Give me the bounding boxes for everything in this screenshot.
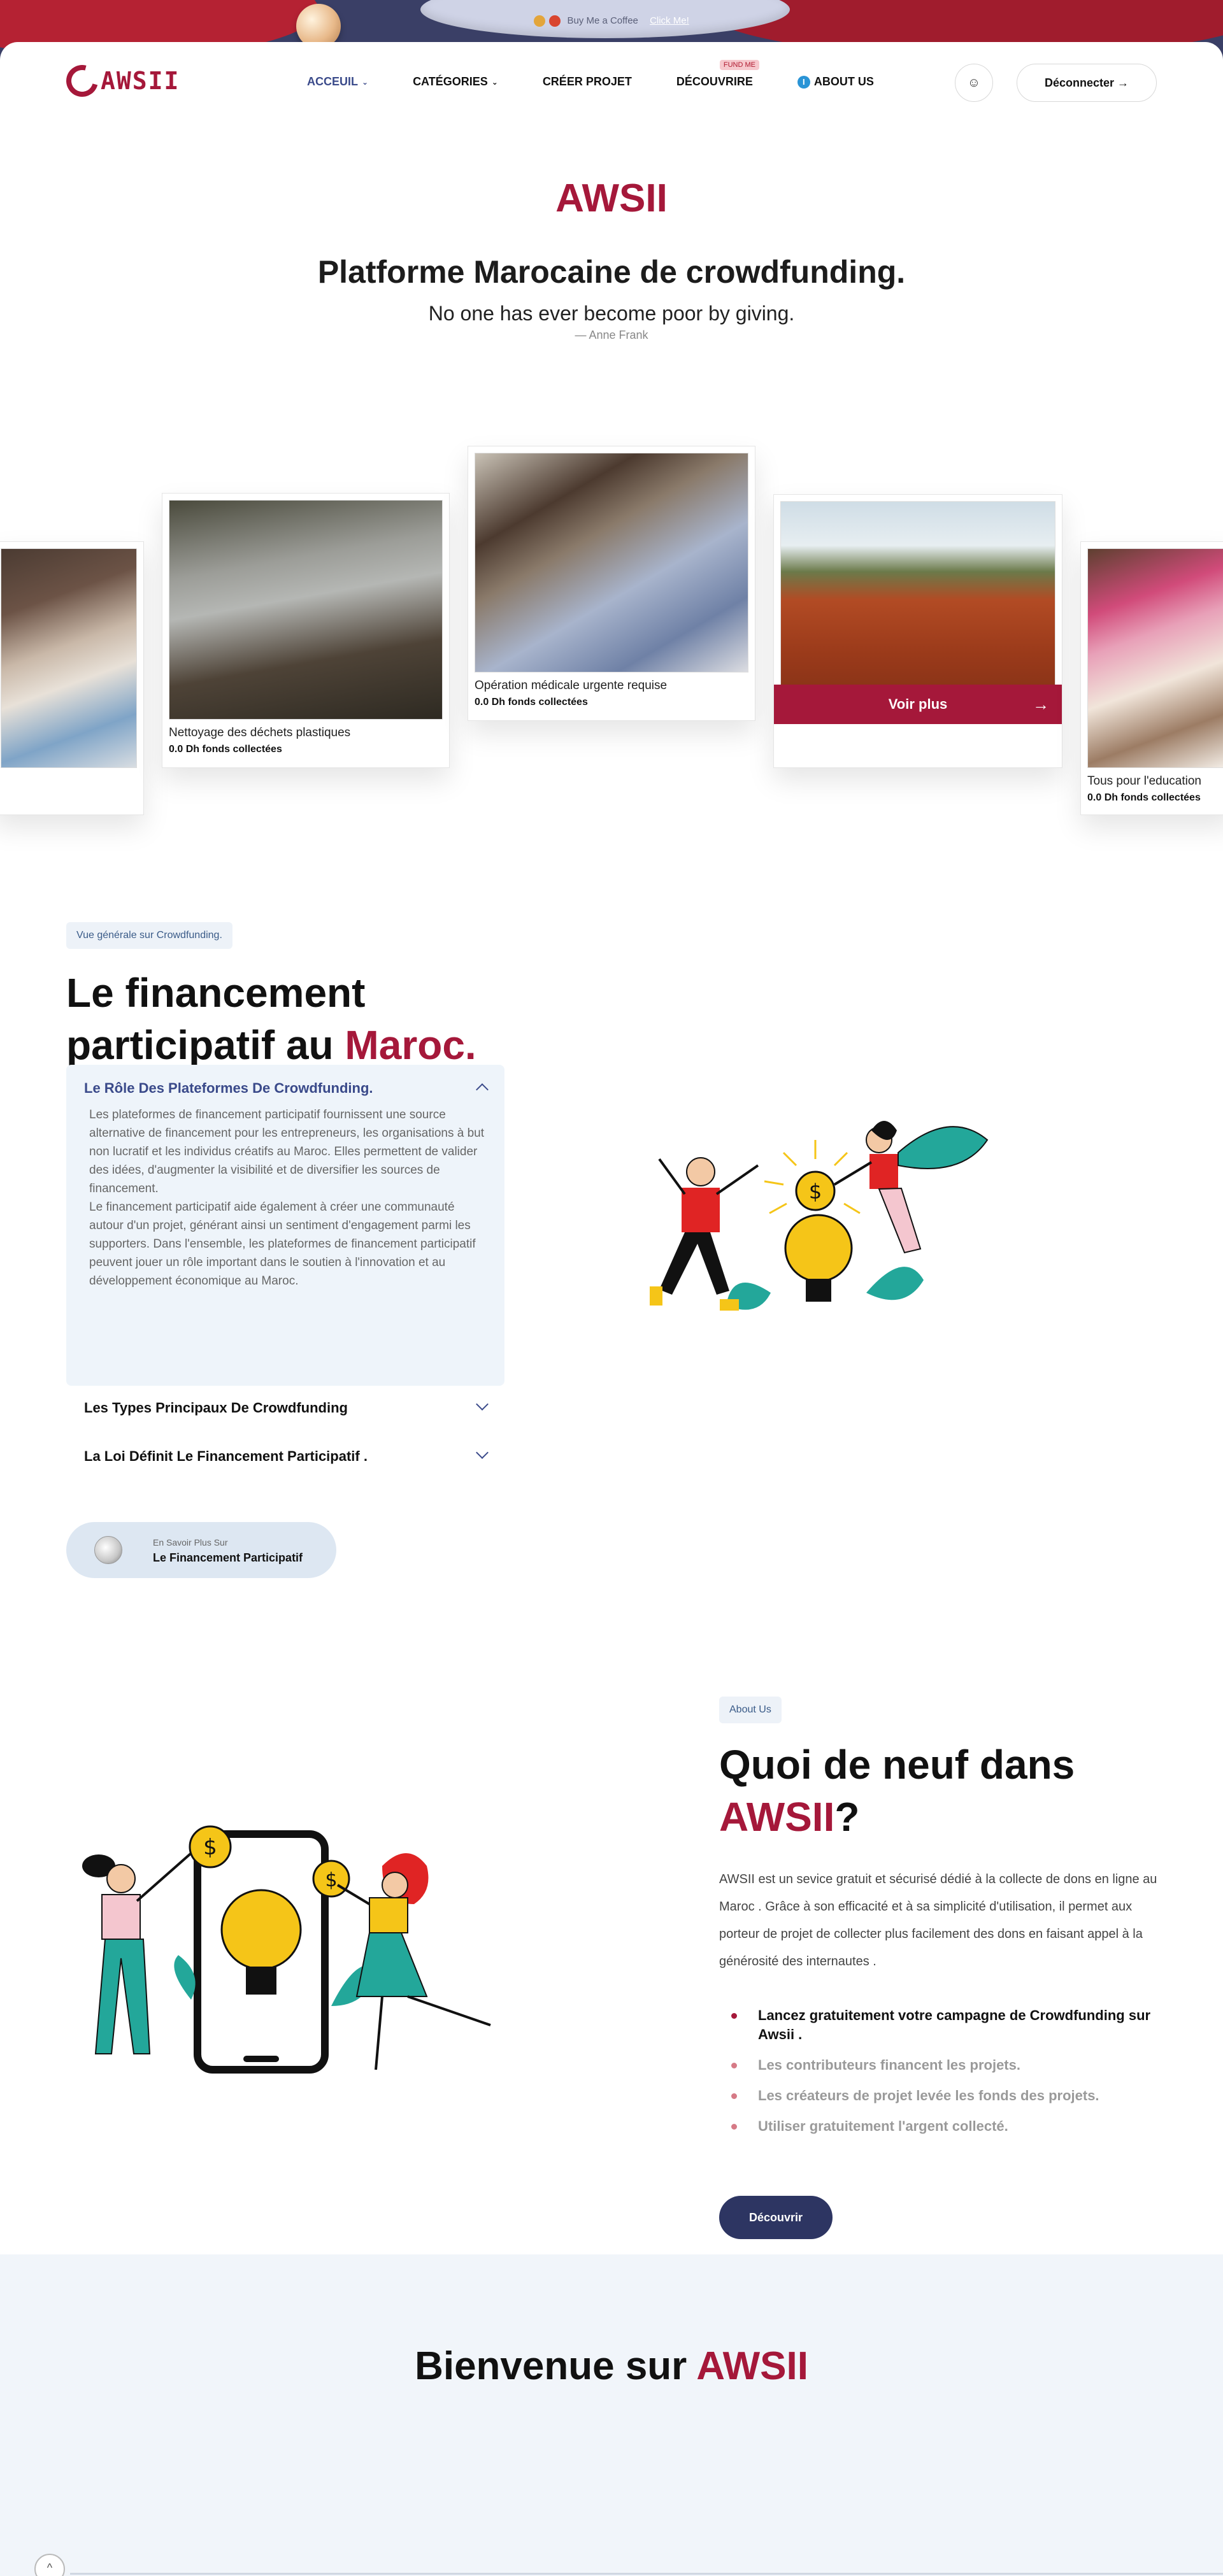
fund-me-badge: FUND ME (719, 60, 759, 70)
coffee-text: Buy Me a Coffee (567, 15, 638, 26)
main-nav: ACCEUIL ⌄ CATÉGORIES ⌄ CRÉER PROJET FUND M… (307, 60, 919, 89)
user-profile-button[interactable]: ☺ (955, 64, 993, 102)
accordion-header[interactable]: Le Rôle Des Plateformes De Crowdfunding. (84, 1080, 489, 1097)
project-title: Nettoyage des déchets plastiques (169, 726, 351, 739)
nav-item-acceuil[interactable]: ACCEUIL ⌄ (307, 75, 368, 89)
scroll-progress-bar (70, 2573, 1223, 2575)
about-title: Quoi de neuf dans AWSII? (719, 1742, 1075, 1840)
logo-text: AWSII (101, 67, 180, 95)
voir-plus-button[interactable]: Voir plus → (774, 685, 1062, 724)
site-header: AWSII ACCEUIL ⌄ CATÉGORIES ⌄ CRÉER PROJET … (0, 42, 1223, 125)
svg-text:$: $ (325, 1869, 337, 1891)
project-amount: 0.0 Dh fonds collectées (169, 744, 282, 755)
info-icon: i (797, 75, 810, 89)
logo-mark-icon (60, 59, 104, 103)
svg-text:$: $ (203, 1835, 217, 1860)
project-image (169, 500, 443, 720)
list-item: Lancez gratuitement votre campagne de Cr… (731, 2006, 1164, 2044)
coffee-link[interactable]: Click Me! (650, 15, 689, 26)
about-illustration: $ $ (82, 1825, 491, 2074)
decouvrir-button[interactable]: Découvrir (719, 2196, 833, 2239)
project-amount: 0.0 Dh fonds collectées (475, 697, 588, 708)
project-card[interactable]: Tous pour l'education 0.0 Dh fonds colle… (1080, 541, 1223, 815)
project-card[interactable]: Nettoyage des déchets plastiques 0.0 Dh … (162, 493, 450, 768)
project-title: Opération médicale urgente requise (475, 679, 668, 692)
about-feature-list: Lancez gratuitement votre campagne de Cr… (731, 2006, 1164, 2147)
nav-item-decouvrire[interactable]: FUND ME DÉCOUVRIRE (676, 60, 759, 89)
hero-quote: No one has ever become poor by giving. (428, 302, 795, 325)
hero-quote-author: — Anne Frank (575, 329, 648, 341)
heart-eyes-icon (549, 15, 561, 27)
hero-brand: AWSII (555, 176, 668, 220)
project-image (1087, 548, 1223, 768)
welcome-section (0, 2254, 1223, 2576)
project-card[interactable] (0, 541, 144, 815)
project-title: Tous pour l'education (1087, 774, 1201, 788)
list-item: Utiliser gratuitement l'argent collecté. (731, 2117, 1164, 2136)
site-logo[interactable]: AWSII (60, 59, 180, 103)
coffee-icon (534, 15, 546, 27)
chevron-down-icon: ⌄ (491, 77, 498, 87)
learn-more-caption: En Savoir Plus Sur (153, 1537, 228, 1548)
accordion-body: Les plateformes de financement participa… (89, 1108, 484, 1288)
nav-item-about-us[interactable]: i ABOUT US (797, 75, 874, 89)
accordion-item[interactable]: La Loi Définit Le Financement Participat… (66, 1446, 504, 1465)
chevron-down-icon: ⌄ (362, 77, 369, 87)
chevron-up-icon (476, 1083, 489, 1096)
about-chip: About Us (719, 1697, 782, 1723)
accordion-item[interactable]: Les Types Principaux De Crowdfunding (66, 1398, 504, 1416)
section-chip: Vue générale sur Crowdfunding. (66, 922, 232, 949)
learn-more-label: Le Financement Participatif (153, 1551, 303, 1564)
list-item: Les contributeurs financent les projets. (731, 2056, 1164, 2075)
coffee-banner: Buy Me a Coffee Click Me! (0, 15, 1223, 27)
nav-item-creer-projet[interactable]: CRÉER PROJET (543, 75, 632, 89)
chevron-down-icon (476, 1446, 489, 1459)
chevron-up-icon: ^ (46, 2561, 53, 2574)
project-image (1, 548, 137, 768)
about-description: AWSII est un sevice gratuit et sécurisé … (719, 1872, 1157, 1968)
user-icon: ☺ (967, 76, 981, 90)
crowdfunding-illustration: $ (650, 1121, 989, 1311)
crowdfunding-title: Le financement participatif au Maroc. (66, 970, 476, 1068)
logout-button[interactable]: Déconnecter → (1017, 64, 1157, 102)
project-card[interactable]: Opération médicale urgente requise 0.0 D… (468, 446, 755, 721)
hero-title: Platforme Marocaine de crowdfunding. (317, 254, 906, 290)
svg-text:$: $ (809, 1179, 822, 1204)
project-image (475, 453, 748, 672)
welcome-title: Bienvenue sur AWSII (415, 2344, 808, 2388)
arrow-right-icon: → (1117, 76, 1129, 89)
project-card[interactable] (773, 494, 1062, 768)
wikipedia-globe-icon (94, 1536, 122, 1564)
arrow-right-icon: → (1033, 695, 1049, 714)
accordion-item-open: Le Rôle Des Plateformes De Crowdfunding.… (66, 1065, 504, 1386)
chevron-down-icon (476, 1398, 489, 1411)
list-item: Les créateurs de projet levée les fonds … (731, 2086, 1164, 2105)
project-amount: 0.0 Dh fonds collectées (1087, 792, 1201, 803)
nav-item-categories[interactable]: CATÉGORIES ⌄ (413, 75, 498, 89)
learn-more-button[interactable]: En Savoir Plus Sur Le Financement Partic… (66, 1522, 336, 1578)
